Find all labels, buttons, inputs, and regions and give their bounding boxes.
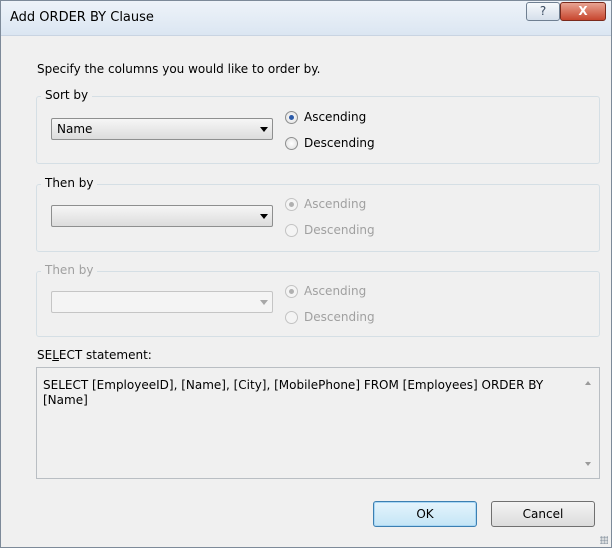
sort-by-ascending-radio[interactable] (285, 111, 298, 124)
chevron-down-icon (260, 214, 268, 219)
chevron-down-icon (260, 127, 268, 132)
sort-by-ascending-label: Ascending (304, 110, 367, 124)
then-by-label-1: Then by (41, 176, 98, 190)
select-statement-label: SELECT statement: (37, 348, 152, 362)
instruction-text: Specify the columns you would like to or… (37, 62, 321, 76)
then-by-descending-label-1: Descending (304, 223, 375, 237)
sort-by-descending-radio[interactable] (285, 137, 298, 150)
then-by-descending-radio-2[interactable] (285, 311, 298, 324)
then-by-ascending-label-1: Ascending (304, 197, 367, 211)
scroll-up-arrow-icon[interactable] (585, 381, 591, 385)
help-button[interactable]: ? (526, 2, 560, 21)
add-order-by-dialog: Add ORDER BY Clause ? X Specify the colu… (0, 0, 612, 548)
title-bar: Add ORDER BY Clause ? X (1, 1, 611, 36)
dialog-title: Add ORDER BY Clause (10, 10, 154, 25)
then-by-ascending-radio-1[interactable] (285, 198, 298, 211)
select-statement-text: SELECT [EmployeeID], [Name], [City], [Mo… (43, 378, 544, 407)
select-statement-label-part-1: SE (37, 348, 53, 362)
sort-by-column-combo[interactable]: Name (51, 118, 273, 140)
close-button[interactable]: X (560, 2, 606, 21)
then-by-label-2: Then by (41, 263, 98, 277)
select-statement-box[interactable]: SELECT [EmployeeID], [Name], [City], [Mo… (36, 367, 600, 479)
then-by-ascending-label-2: Ascending (304, 284, 367, 298)
select-statement-label-mnemonic: L (52, 348, 59, 362)
then-by-column-combo-2[interactable] (51, 291, 273, 313)
then-by-descending-label-2: Descending (304, 310, 375, 324)
sort-by-descending-label: Descending (304, 136, 375, 150)
resize-grip-icon[interactable] (600, 536, 608, 544)
scroll-down-arrow-icon[interactable] (585, 462, 591, 466)
sort-by-label: Sort by (41, 88, 93, 102)
then-by-ascending-radio-2[interactable] (285, 285, 298, 298)
then-by-descending-radio-1[interactable] (285, 224, 298, 237)
ok-button[interactable]: OK (373, 501, 477, 527)
chevron-down-icon (260, 300, 268, 305)
select-statement-label-part-2: ECT statement: (58, 348, 152, 362)
then-by-column-combo-1[interactable] (51, 205, 273, 227)
sort-by-column-value: Name (57, 122, 93, 136)
cancel-button[interactable]: Cancel (491, 501, 595, 527)
